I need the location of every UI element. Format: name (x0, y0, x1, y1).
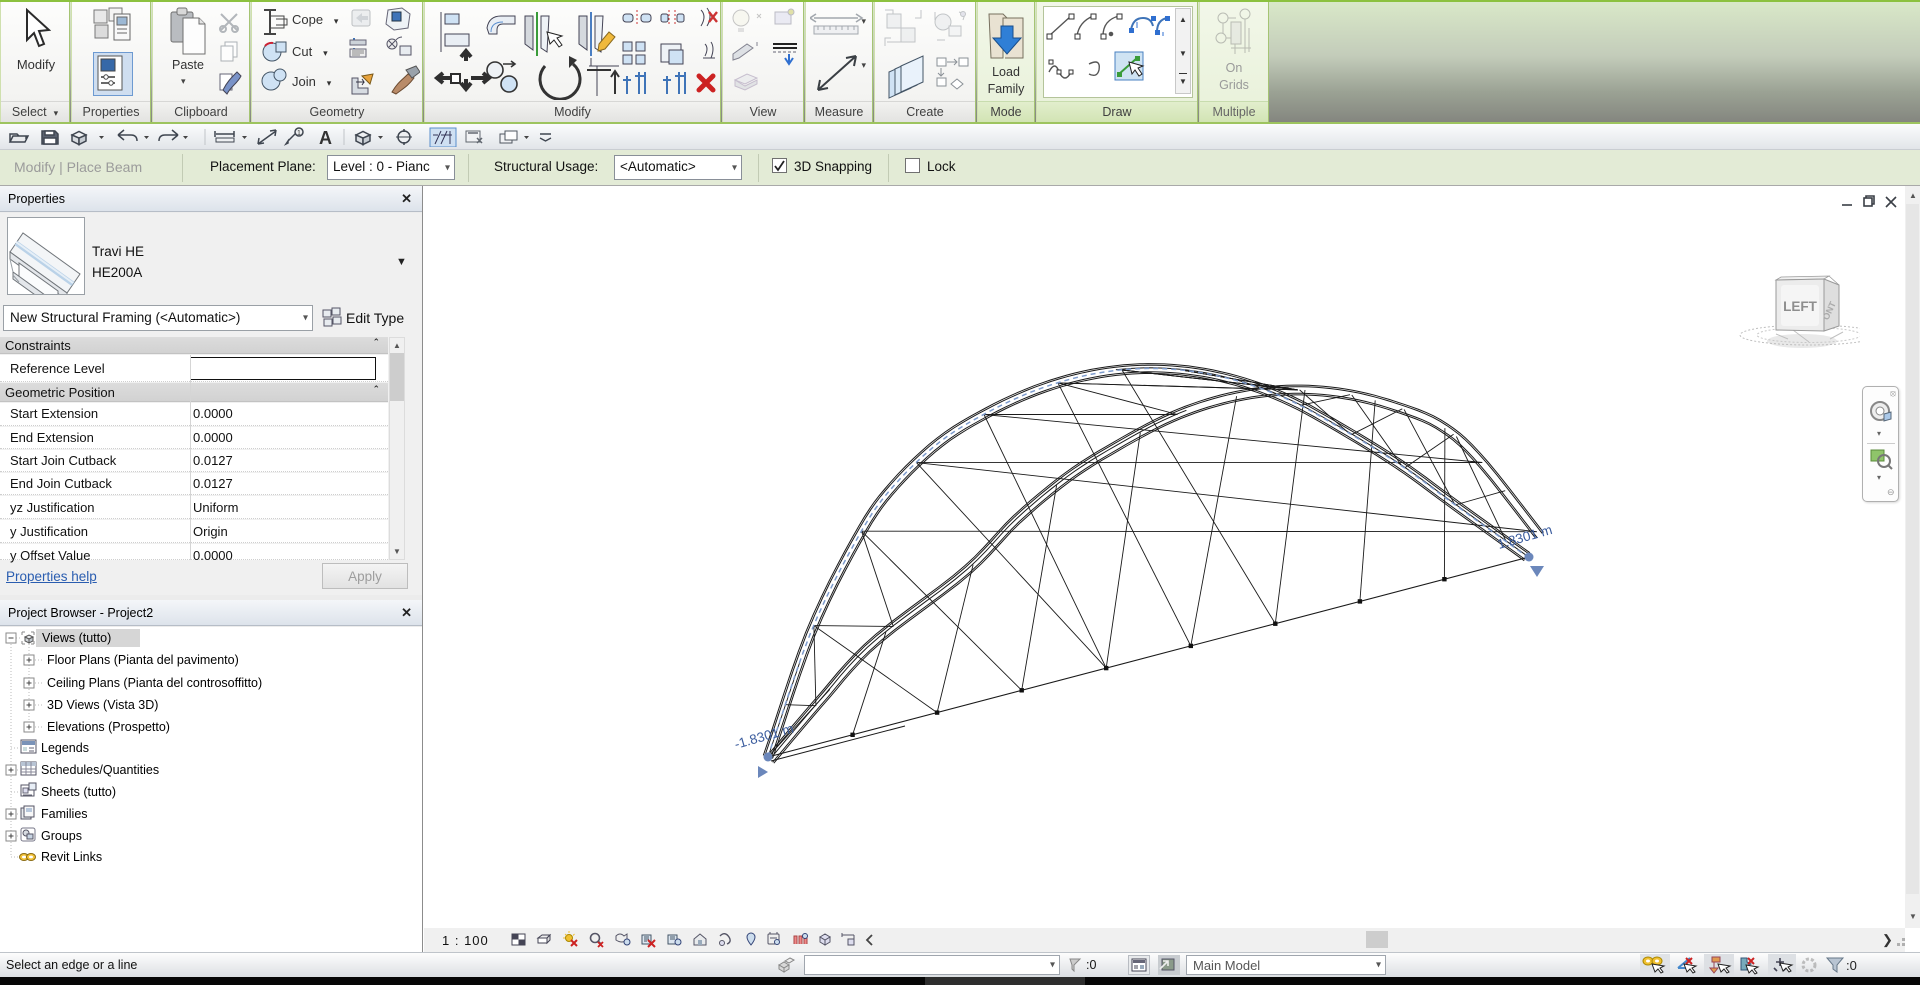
svg-text:-1.8301 m: -1.8301 m (733, 721, 796, 752)
svg-text:1: 1 (297, 130, 301, 137)
svg-text:A: A (319, 128, 332, 147)
svg-text::0: :0 (1846, 958, 1857, 973)
svg-text:1.8301 m: 1.8301 m (1496, 522, 1554, 552)
svg-text:LEFT: LEFT (1783, 299, 1817, 314)
